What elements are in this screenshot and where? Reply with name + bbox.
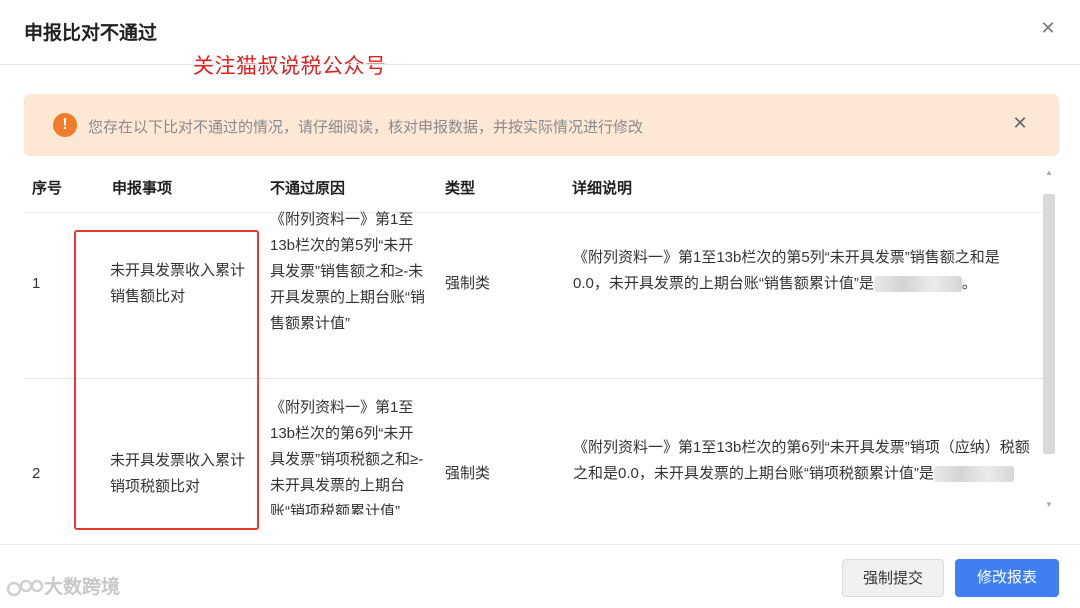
warning-alert: ! 您存在以下比对不通过的情况，请仔细阅读，核对申报数据，并按实际情况进行修改 … (24, 94, 1059, 156)
highlight-annotation-box (74, 230, 259, 530)
row-index: 2 (32, 465, 41, 482)
column-header-item: 申报事项 (112, 180, 173, 197)
bottom-watermark-text: 大数跨境 (44, 577, 121, 598)
header-divider (0, 64, 1080, 65)
row-reason: 《附列资料一》第1至13b栏次的第6列“未开具发票”销项税额之和≥-未开具发票的… (270, 399, 424, 515)
close-icon[interactable]: ✕ (1038, 18, 1058, 38)
watermark-text: 关注猫叔说税公众号 (193, 55, 387, 78)
row-type: 强制类 (445, 275, 491, 292)
table-scrollbar[interactable]: ▲ ▼ (1040, 160, 1058, 530)
row-index: 1 (32, 275, 41, 292)
row-reason: 《附列资料一》第1至13b栏次的第5列“未开具发票”销售额之和≥-未开具发票的上… (270, 211, 425, 332)
column-header-index: 序号 (32, 180, 63, 197)
row-detail: 《附列资料一》第1至13b栏次的第5列“未开具发票”销售额之和是0.0，未开具发… (573, 245, 1033, 297)
scroll-down-icon[interactable]: ▼ (1045, 500, 1053, 509)
force-submit-button[interactable]: 强制提交 (842, 559, 944, 597)
compare-failed-dialog: 申报比对不通过 ✕ 关注猫叔说税公众号 ! 您存在以下比对不通过的情况，请仔细阅… (0, 0, 1080, 608)
redacted-value (933, 466, 1014, 483)
scroll-thumb[interactable] (1043, 194, 1055, 454)
column-header-detail: 详细说明 (572, 180, 633, 197)
row-detail-suffix: 。 (961, 275, 977, 292)
modify-report-button[interactable]: 修改报表 (955, 559, 1059, 597)
alert-message: 您存在以下比对不通过的情况，请仔细阅读，核对申报数据，并按实际情况进行修改 (88, 119, 644, 136)
column-header-type: 类型 (445, 180, 476, 197)
row-detail: 《附列资料一》第1至13b栏次的第6列“未开具发票”销项（应纳）税额之和是0.0… (573, 435, 1038, 487)
warning-icon: ! (53, 113, 77, 137)
column-header-reason: 不通过原因 (270, 180, 346, 197)
logo-icon (6, 579, 44, 597)
redacted-value (873, 276, 962, 293)
scroll-up-icon[interactable]: ▲ (1045, 168, 1053, 177)
footer-divider (0, 544, 1080, 545)
table-header: 序号 申报事项 不通过原因 类型 详细说明 (24, 160, 1055, 213)
row-type: 强制类 (445, 465, 491, 482)
bottom-watermark: 大数跨境 (6, 572, 120, 599)
alert-close-icon[interactable]: ✕ (1009, 112, 1031, 134)
dialog-title: 申报比对不通过 (24, 23, 158, 44)
